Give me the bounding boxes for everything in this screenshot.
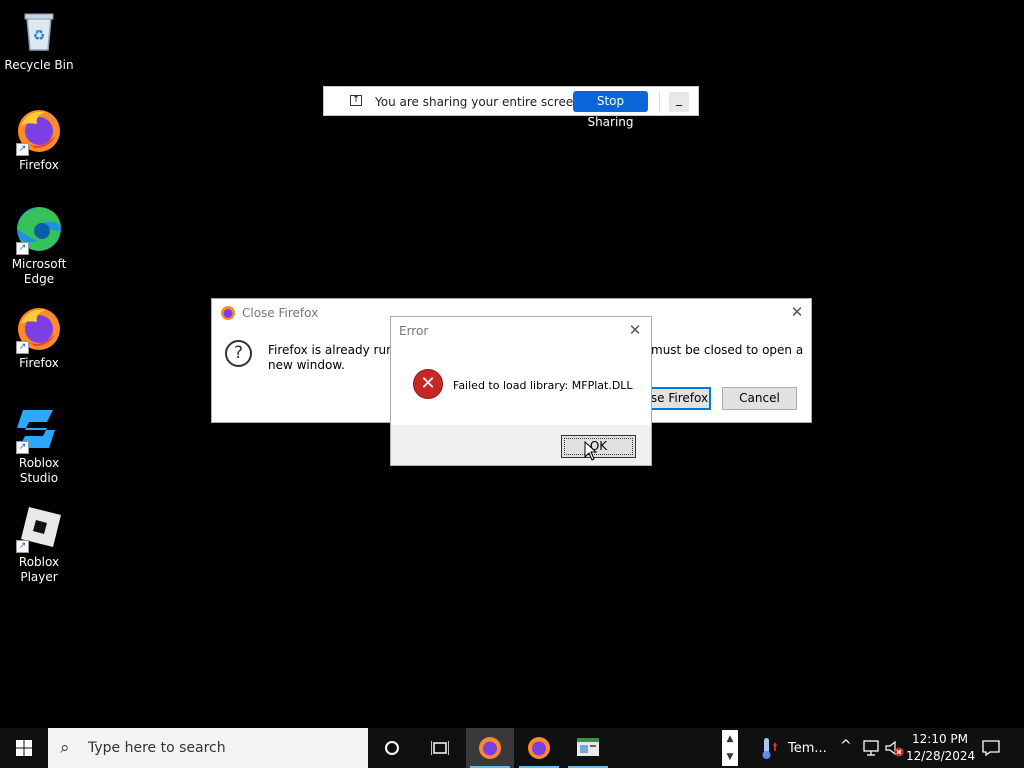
notifications-icon[interactable] — [982, 740, 1000, 756]
desktop-icon-label: Roblox Player — [18, 555, 60, 584]
shortcut-arrow-icon: ↗ — [16, 341, 29, 354]
firefox-small-icon — [221, 306, 235, 320]
desktop-icon-label: Microsoft Edge — [11, 257, 67, 286]
taskbar-firefox-active[interactable] — [466, 728, 514, 768]
dialog-body: ✕ Failed to load library: MFPlat.DLL — [391, 345, 651, 425]
ok-button[interactable]: OK — [561, 435, 636, 458]
cancel-button[interactable]: Cancel — [722, 387, 797, 410]
screen-share-bar: ↑ You are sharing your entire screen. St… — [323, 86, 699, 129]
task-view-button[interactable] — [416, 728, 464, 768]
start-button[interactable] — [0, 728, 48, 768]
taskbar-firefox[interactable] — [515, 728, 563, 768]
shortcut-arrow-icon: ↗ — [16, 441, 29, 454]
dialog-message-right: must be closed to open a — [651, 343, 804, 357]
close-icon[interactable]: ✕ — [625, 321, 645, 339]
share-message: You are sharing your entire screen. — [375, 95, 585, 109]
minimize-share-bar-button[interactable]: _ — [669, 92, 689, 112]
taskbar-scroll-button[interactable]: ▲ ▼ — [722, 730, 738, 766]
dialog-titlebar: Error ✕ — [391, 317, 651, 345]
svg-text:♻: ♻ — [33, 28, 46, 44]
recycle-bin-icon: ♻ — [15, 6, 63, 54]
network-icon[interactable] — [863, 740, 881, 756]
firefox-icon: ↗ — [15, 304, 63, 354]
error-icon: ✕ — [413, 369, 443, 399]
shortcut-arrow-icon: ↗ — [16, 540, 29, 553]
shortcut-arrow-icon: ↗ — [16, 143, 29, 156]
desktop-icon-roblox-player[interactable]: ↗ Roblox Player — [0, 497, 78, 585]
roblox-studio-icon: ↗ — [15, 404, 63, 454]
clock[interactable]: 12:10 PM 12/28/2024 — [906, 731, 976, 765]
search-icon: ⌕ — [60, 738, 70, 758]
show-hidden-icons-chevron-icon[interactable]: ^ — [840, 738, 852, 754]
shortcut-arrow-icon: ↗ — [16, 242, 29, 255]
desktop-icon-label: Firefox — [19, 356, 59, 370]
desktop-icon-roblox-studio[interactable]: ↗ Roblox Studio — [0, 398, 78, 486]
cortana-button[interactable] — [368, 728, 416, 768]
desktop-icon-label: Recycle Bin — [4, 58, 74, 72]
desktop-icon-firefox-2[interactable]: ↗ Firefox — [0, 298, 78, 371]
windows-logo-icon — [16, 740, 32, 756]
weather-widget[interactable]: Tem... — [752, 728, 832, 768]
cortana-circle-icon — [385, 741, 399, 755]
clock-time: 12:10 PM — [912, 732, 968, 746]
taskbar-app-window[interactable] — [564, 728, 612, 768]
volume-muted-icon[interactable] — [885, 740, 905, 758]
app-window-icon — [577, 738, 599, 756]
desktop-icon-edge[interactable]: ↗ Microsoft Edge — [0, 199, 78, 287]
thermometer-icon — [762, 738, 777, 759]
edge-icon: ↗ — [15, 205, 63, 255]
desktop-icon-label: Roblox Studio — [18, 456, 60, 485]
mouse-cursor-icon — [584, 441, 598, 461]
dialog-message-line2: new window. — [268, 358, 345, 372]
dialog-title: Close Firefox — [242, 306, 319, 320]
task-view-icon — [431, 741, 449, 755]
firefox-icon — [479, 737, 501, 759]
firefox-icon: ↗ — [15, 106, 63, 156]
desktop-icon-firefox[interactable]: ↗ Firefox — [0, 100, 78, 173]
error-message: Failed to load library: MFPlat.DLL — [453, 379, 633, 392]
close-firefox-button[interactable]: se Firefox — [648, 387, 711, 410]
share-upload-icon: ↑ — [350, 95, 362, 106]
error-dialog: Error ✕ ✕ Failed to load library: MFPlat… — [390, 316, 652, 466]
desktop-icon-recycle-bin[interactable]: ♻ Recycle Bin — [0, 0, 78, 73]
clock-date: 12/28/2024 — [906, 749, 976, 763]
question-icon: ? — [225, 340, 252, 367]
taskbar-search[interactable]: ⌕ Type here to search — [48, 728, 368, 768]
search-placeholder: Type here to search — [88, 740, 226, 756]
desktop-icon-label: Firefox — [19, 158, 59, 172]
weather-text: Tem... — [788, 741, 827, 756]
close-icon[interactable]: ✕ — [787, 303, 807, 321]
firefox-icon — [528, 737, 550, 759]
roblox-player-icon: ↗ — [15, 503, 63, 553]
stop-sharing-button[interactable]: Stop Sharing — [573, 91, 648, 129]
taskbar: ⌕ Type here to search ▲ ▼ Tem... ^ 12:10… — [0, 728, 1024, 768]
dialog-title: Error — [399, 324, 429, 338]
share-bar-divider — [659, 91, 660, 113]
